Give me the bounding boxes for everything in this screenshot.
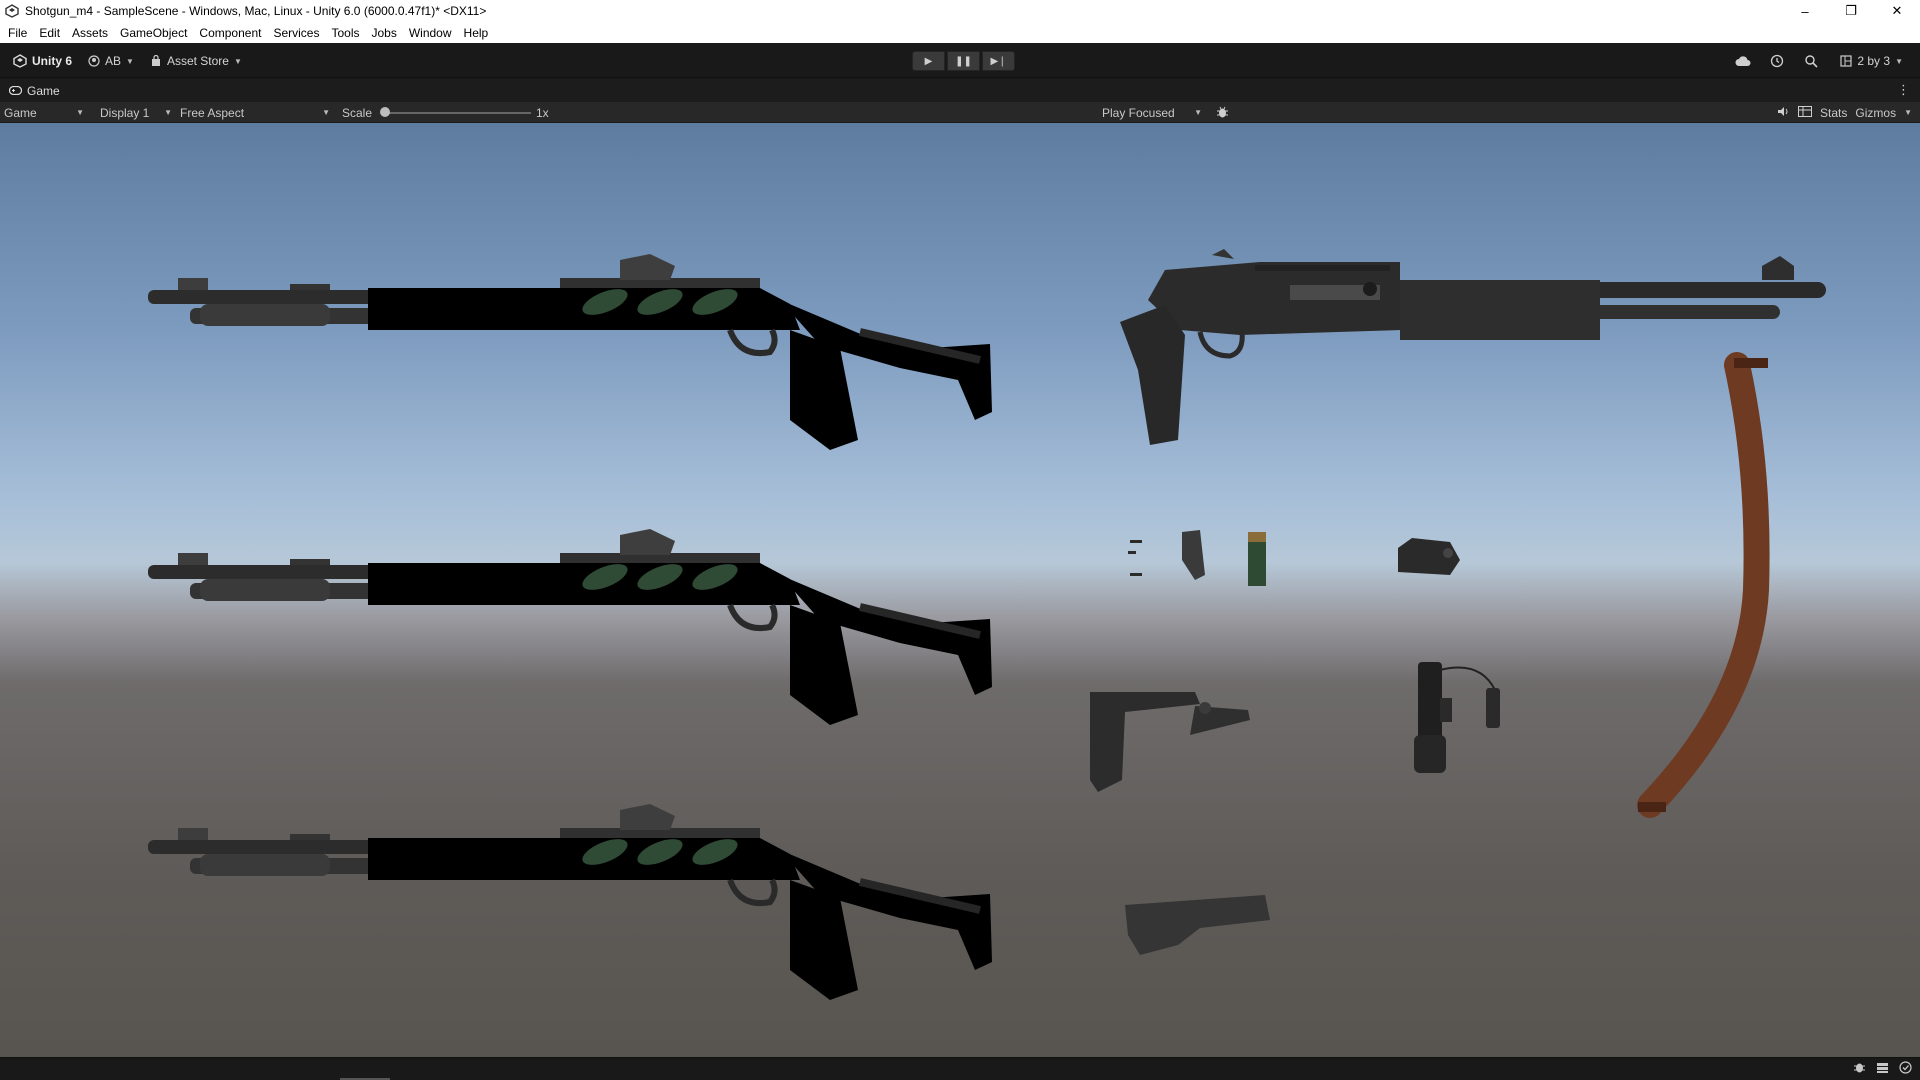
window-title-bar: Shotgun_m4 - SampleScene - Windows, Mac,… xyxy=(0,0,1920,22)
audio-icon[interactable] xyxy=(1777,106,1790,120)
minimize-button[interactable]: – xyxy=(1782,0,1828,22)
layout-icon xyxy=(1840,55,1852,67)
shotgun-black xyxy=(1120,249,1826,445)
unity-logo-icon xyxy=(13,54,27,68)
menu-services[interactable]: Services xyxy=(267,26,325,40)
chevron-down-icon: ▼ xyxy=(1194,108,1202,117)
gizmos-button[interactable]: Gizmos xyxy=(1855,106,1896,120)
account-label: AB xyxy=(105,54,122,68)
folding-stock xyxy=(1090,692,1250,792)
menu-gameobject[interactable]: GameObject xyxy=(114,26,193,40)
close-button[interactable]: ✕ xyxy=(1874,0,1920,22)
bug-icon[interactable] xyxy=(1212,102,1234,123)
play-mode-label: Play Focused xyxy=(1102,105,1175,120)
asset-store-dropdown[interactable]: Asset Store ▼ xyxy=(145,51,247,71)
menu-window[interactable]: Window xyxy=(403,26,458,40)
asset-store-label: Asset Store xyxy=(166,54,229,68)
search-icon[interactable] xyxy=(1801,51,1821,71)
account-icon xyxy=(88,55,100,67)
display-dropdown[interactable]: Display 1 ▼ xyxy=(96,102,176,123)
gamepad-icon xyxy=(9,86,22,95)
shotgun-desert-camo: #g2 .camo{fill:url(#camoDesert)} #g2 .sl… xyxy=(148,529,992,737)
unity-home-button[interactable]: Unity 6 xyxy=(8,51,77,71)
scale-value: 1x xyxy=(536,105,549,120)
unity-version-label: Unity 6 xyxy=(32,54,73,68)
layout-label: 2 by 3 xyxy=(1857,54,1891,68)
menu-jobs[interactable]: Jobs xyxy=(365,26,402,40)
display-label: Display 1 xyxy=(100,105,150,120)
mode-dropdown[interactable]: Game ▼ xyxy=(0,102,88,123)
window-title: Shotgun_m4 - SampleScene - Windows, Mac,… xyxy=(25,4,487,18)
shotgun-woodland-camo: #g3 .camo{fill:url(#camoWood)} #g3 .slin… xyxy=(148,804,992,1012)
small-parts xyxy=(1128,530,1460,586)
playback-controls: ▶ ❚❚ ▶❘ xyxy=(912,51,1015,71)
chevron-down-icon: ▼ xyxy=(126,56,134,66)
chevron-down-icon: ▼ xyxy=(233,56,242,66)
restore-button[interactable]: ❐ xyxy=(1828,0,1874,22)
unity-logo-icon xyxy=(5,4,19,18)
scale-slider-handle[interactable] xyxy=(380,107,390,117)
aspect-label: Free Aspect xyxy=(180,105,245,120)
forend-grip xyxy=(1125,895,1270,955)
play-mode-dropdown[interactable]: Play Focused ▼ xyxy=(1098,102,1206,123)
game-view-toolbar: Game ▼ Display 1 ▼ Free Aspect ▼ Scale 1… xyxy=(0,102,1920,123)
check-status-icon[interactable] xyxy=(1899,1061,1912,1077)
chevron-down-icon: ▼ xyxy=(1895,56,1903,66)
cache-server-icon[interactable] xyxy=(1876,1061,1889,1077)
history-icon[interactable] xyxy=(1767,51,1787,71)
game-viewport[interactable]: #g1 .camo{fill:url(#camoSnow)} #g1 .slin… xyxy=(0,123,1920,1057)
aspect-dropdown[interactable]: Free Aspect ▼ xyxy=(176,102,334,123)
chevron-down-icon[interactable]: ▼ xyxy=(1904,108,1912,117)
tab-game[interactable]: Game xyxy=(0,79,60,102)
chevron-down-icon: ▼ xyxy=(164,108,172,117)
scale-slider-track[interactable] xyxy=(385,112,531,114)
layout-dropdown[interactable]: 2 by 3 ▼ xyxy=(1835,51,1908,71)
play-button[interactable]: ▶ xyxy=(912,51,945,71)
mode-label: Game xyxy=(4,105,37,120)
step-button[interactable]: ▶❘ xyxy=(982,51,1015,71)
scene-render: #g1 .camo{fill:url(#camoSnow)} #g1 .slin… xyxy=(0,249,1826,1057)
tactical-flashlight xyxy=(1414,662,1500,773)
tab-menu-button[interactable]: ⋮ xyxy=(1897,82,1910,98)
menu-file[interactable]: File xyxy=(2,26,33,40)
scale-label: Scale xyxy=(342,105,373,120)
game-tab-header: Game ⋮ xyxy=(0,79,1920,102)
bug-icon[interactable] xyxy=(1853,1061,1866,1077)
chevron-down-icon: ▼ xyxy=(322,108,330,117)
cloud-icon[interactable] xyxy=(1733,51,1753,71)
asset-store-icon xyxy=(151,55,160,66)
menu-tools[interactable]: Tools xyxy=(325,26,365,40)
leather-sling xyxy=(1637,352,1770,818)
main-toolbar: Unity 6 AB ▼ Asset Store ▼ ▶ ❚❚ ▶❘ 2 by … xyxy=(0,43,1920,78)
menu-edit[interactable]: Edit xyxy=(33,26,66,40)
menu-assets[interactable]: Assets xyxy=(66,26,114,40)
chevron-down-icon: ▼ xyxy=(76,108,84,117)
stats-button[interactable]: Stats xyxy=(1820,106,1847,120)
shotgun-snow-camo: #g1 .camo{fill:url(#camoSnow)} #g1 .slin… xyxy=(148,254,992,462)
menu-component[interactable]: Component xyxy=(193,26,267,40)
menu-bar: File Edit Assets GameObject Component Se… xyxy=(0,22,1920,43)
menu-help[interactable]: Help xyxy=(458,26,495,40)
pause-button[interactable]: ❚❚ xyxy=(947,51,980,71)
grid-icon[interactable] xyxy=(1798,105,1813,120)
window-controls: – ❐ ✕ xyxy=(1782,0,1920,22)
status-bar xyxy=(0,1057,1920,1080)
tab-game-label: Game xyxy=(27,83,60,98)
account-dropdown[interactable]: AB ▼ xyxy=(83,51,139,71)
